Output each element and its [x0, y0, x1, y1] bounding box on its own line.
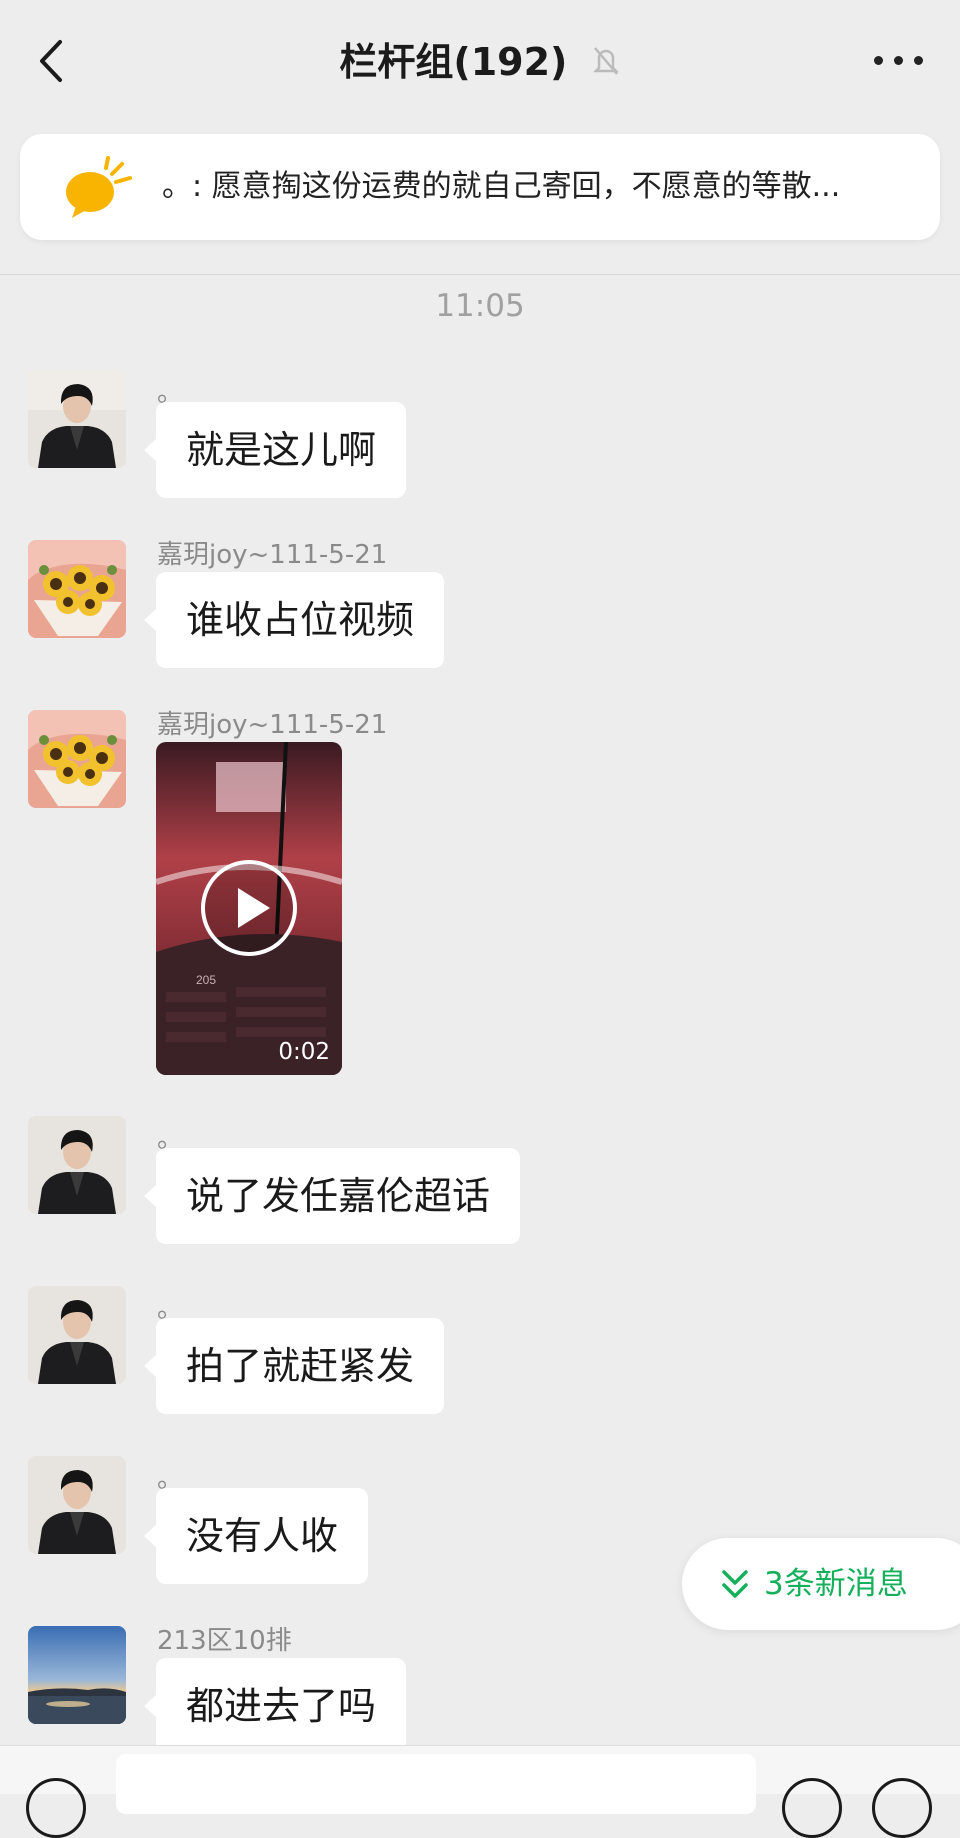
- video-seat-label: 205: [196, 973, 216, 987]
- more-button[interactable]: [874, 50, 924, 72]
- more-horizontal-icon: [874, 56, 883, 65]
- video-message[interactable]: 205 0:02: [156, 742, 342, 1075]
- video-duration: 0:02: [278, 1039, 330, 1065]
- avatar-man-black-jacket[interactable]: [28, 1286, 126, 1384]
- sender-name: 213区10排: [157, 1626, 292, 1656]
- sender-name: 嘉玥joy~111-5-21: [157, 540, 388, 570]
- group-announcement[interactable]: 。: 愿意掏这份运费的就自己寄回，不愿意的等散...: [20, 134, 940, 240]
- message-timestamp: 11:05: [435, 288, 525, 324]
- message-bubble[interactable]: 谁收占位视频: [143, 572, 445, 668]
- more-dot: [894, 56, 903, 65]
- more-dot: [914, 56, 923, 65]
- avatar-man-black-jacket[interactable]: [28, 370, 126, 468]
- chat-title: 栏杆组(192): [339, 40, 568, 84]
- avatar-sunflower-bouquet[interactable]: [28, 710, 126, 808]
- avatar-man-black-jacket[interactable]: [28, 1456, 126, 1554]
- message-bubble[interactable]: 就是这儿啊: [143, 402, 407, 498]
- avatar-man-black-jacket[interactable]: [28, 1116, 126, 1214]
- header-divider: [0, 274, 960, 275]
- avatar-sunflower-bouquet[interactable]: [28, 540, 126, 638]
- voice-icon[interactable]: [26, 1778, 86, 1838]
- message-bubble[interactable]: 拍了就赶紧发: [143, 1318, 445, 1414]
- sender-name: 嘉玥joy~111-5-21: [157, 710, 388, 740]
- bell-slash-icon: [591, 37, 621, 93]
- emoji-icon[interactable]: [782, 1778, 842, 1838]
- add-icon[interactable]: [872, 1778, 932, 1838]
- announcement-megaphone-icon: [66, 156, 132, 218]
- chat-title-wrap: 栏杆组(192): [0, 34, 960, 93]
- new-messages-button[interactable]: 3条新消息: [682, 1538, 960, 1630]
- video-thumbnail: 205: [156, 742, 342, 1075]
- chat-header: 栏杆组(192): [0, 0, 960, 124]
- message-bubble[interactable]: 说了发任嘉伦超话: [143, 1148, 521, 1244]
- message-input[interactable]: [116, 1754, 756, 1814]
- message-bubble[interactable]: 都进去了吗: [143, 1658, 407, 1754]
- announcement-text: 。: 愿意掏这份运费的就自己寄回，不愿意的等散...: [162, 169, 841, 204]
- double-chevron-down-icon: [722, 1570, 748, 1598]
- new-messages-label: 3条新消息: [764, 1566, 908, 1602]
- avatar-sunset-lake[interactable]: [28, 1626, 126, 1724]
- message-bubble[interactable]: 没有人收: [143, 1488, 369, 1584]
